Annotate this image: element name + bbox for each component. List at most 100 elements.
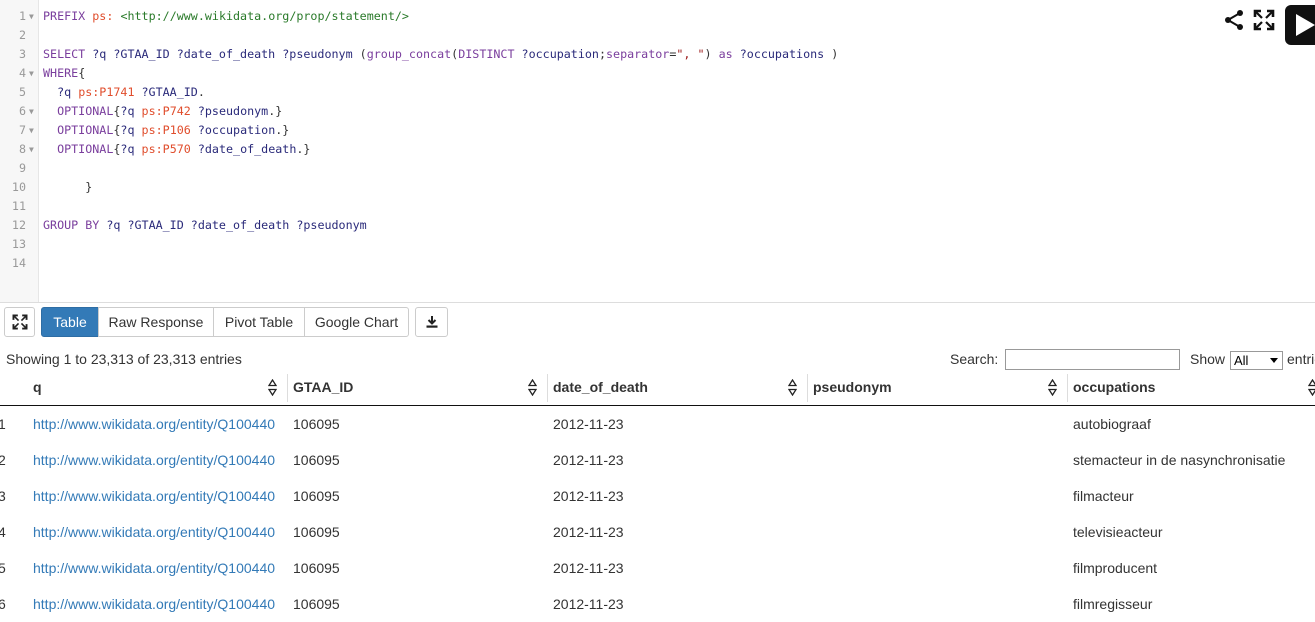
- fold-arrow-icon[interactable]: ▼: [29, 121, 34, 140]
- code-line[interactable]: 4 ▼ WHERE{: [0, 64, 1200, 83]
- column-header-pseudonym[interactable]: pseudonym: [813, 370, 892, 405]
- search-input[interactable]: [1005, 349, 1180, 370]
- line-number: 3: [18, 47, 26, 61]
- code-line[interactable]: 1 ▼ PREFIX ps: <http://www.wikidata.org/pr…: [0, 7, 1200, 26]
- page-length-select[interactable]: All: [1230, 351, 1283, 370]
- code-token: .}: [296, 142, 311, 156]
- code-line[interactable]: 14: [0, 254, 1200, 273]
- line-number: 6: [18, 104, 26, 118]
- table-row: 2 http://www.wikidata.org/entity/Q100440 1…: [0, 442, 1315, 478]
- code-token: .}: [268, 104, 283, 118]
- cell-q[interactable]: http://www.wikidata.org/entity/Q100440: [33, 586, 275, 622]
- sort-icon[interactable]: [1308, 379, 1315, 396]
- tab-table[interactable]: Table: [41, 307, 99, 337]
- cell-date-of-death: 2012-11-23: [553, 524, 624, 540]
- code-line[interactable]: 5 ?q ps:P1741 ?GTAA_ID.: [0, 83, 1200, 102]
- code-line[interactable]: 13: [0, 235, 1200, 254]
- code-line[interactable]: 9: [0, 159, 1200, 178]
- query-editor[interactable]: 1 ▼ PREFIX ps: <http://www.wikidata.org/pr…: [0, 0, 1315, 303]
- fullscreen-results-button[interactable]: [4, 307, 35, 337]
- code-line[interactable]: 12 GROUP BY ?q ?GTAA_ID ?date_of_death ?p…: [0, 216, 1200, 235]
- sort-icon[interactable]: [528, 379, 537, 396]
- code-token: DISTINCT: [458, 47, 522, 61]
- row-number: 4: [0, 524, 6, 540]
- code-line[interactable]: 10 }: [0, 178, 1200, 197]
- line-number: 13: [11, 237, 26, 251]
- row-number: 6: [0, 596, 6, 612]
- code-token: ps:P570: [141, 142, 191, 156]
- cell-occupations: televisieacteur: [1073, 524, 1163, 540]
- row-number: 5: [0, 560, 6, 576]
- result-toolbar: Table Raw Response Pivot Table Google Ch…: [0, 307, 1315, 339]
- table-row: 1 http://www.wikidata.org/entity/Q100440 1…: [0, 406, 1315, 442]
- cell-q[interactable]: http://www.wikidata.org/entity/Q100440: [33, 406, 275, 442]
- code-token: ?q: [120, 142, 142, 156]
- sort-icon[interactable]: [268, 379, 277, 396]
- expand-icon[interactable]: [1253, 9, 1275, 31]
- code-line[interactable]: 3 SELECT ?q ?GTAA_ID ?date_of_death ?pseu…: [0, 45, 1200, 64]
- code-token: OPTIONAL: [43, 123, 114, 137]
- line-number: 8: [18, 142, 26, 156]
- code-token: OPTIONAL: [43, 104, 114, 118]
- code-text: GROUP BY ?q ?GTAA_ID ?date_of_death ?pse…: [43, 216, 367, 235]
- code-token: ?q: [43, 85, 79, 99]
- fold-arrow-icon[interactable]: ▼: [29, 7, 34, 26]
- tab-raw-response[interactable]: Raw Response: [98, 307, 214, 337]
- entries-label: entries: [1287, 351, 1315, 367]
- fold-arrow-icon[interactable]: ▼: [29, 64, 34, 83]
- code-token: <http://www.wikidata.org/prop/statement/…: [120, 9, 409, 23]
- code-token: {: [78, 66, 86, 80]
- code-token: (: [359, 47, 367, 61]
- code-token: ps:P742: [141, 104, 191, 118]
- code-line[interactable]: 2: [0, 26, 1200, 45]
- fold-arrow-icon[interactable]: ▼: [29, 102, 34, 121]
- cell-q[interactable]: http://www.wikidata.org/entity/Q100440: [33, 514, 275, 550]
- cell-gtaa-id: 106095: [293, 560, 340, 576]
- chevron-down-icon: [1270, 358, 1278, 363]
- code-token: ?GTAA_ID: [134, 85, 198, 99]
- code-token: ?q: [120, 104, 142, 118]
- code-token: ?q: [120, 123, 142, 137]
- cell-gtaa-id: 106095: [293, 416, 340, 432]
- code-line[interactable]: 6 ▼ OPTIONAL{?q ps:P742 ?pseudonym.}: [0, 102, 1200, 121]
- cell-q[interactable]: http://www.wikidata.org/entity/Q100440: [33, 550, 275, 586]
- code-text: OPTIONAL{?q ps:P742 ?pseudonym.}: [43, 102, 282, 121]
- sort-icon[interactable]: [1048, 379, 1057, 396]
- column-header-date-of-death[interactable]: date_of_death: [553, 370, 648, 405]
- table-row: 5 http://www.wikidata.org/entity/Q100440 1…: [0, 550, 1315, 586]
- column-header-gtaa-id[interactable]: GTAA_ID: [293, 370, 353, 405]
- code-line[interactable]: 8 ▼ OPTIONAL{?q ps:P570 ?date_of_death.}: [0, 140, 1200, 159]
- sort-icon[interactable]: [788, 379, 797, 396]
- share-icon[interactable]: [1223, 9, 1245, 31]
- cell-date-of-death: 2012-11-23: [553, 416, 624, 432]
- code-token: OPTIONAL: [43, 142, 114, 156]
- code-token: ?q ?GTAA_ID ?date_of_death ?pseudonym: [92, 47, 360, 61]
- column-divider: [547, 374, 548, 402]
- cell-date-of-death: 2012-11-23: [553, 452, 624, 468]
- column-header-q[interactable]: q: [33, 370, 42, 405]
- tab-google-chart[interactable]: Google Chart: [304, 307, 409, 337]
- cell-date-of-death: 2012-11-23: [553, 596, 624, 612]
- code-text: OPTIONAL{?q ps:P106 ?occupation.}: [43, 121, 289, 140]
- cell-date-of-death: 2012-11-23: [553, 488, 624, 504]
- cell-q[interactable]: http://www.wikidata.org/entity/Q100440: [33, 478, 275, 514]
- cell-gtaa-id: 106095: [293, 524, 340, 540]
- column-header-occupations[interactable]: occupations: [1073, 370, 1155, 405]
- code-token: GROUP BY: [43, 218, 107, 232]
- code-token: ?q ?GTAA_ID ?date_of_death ?pseudonym: [106, 218, 367, 232]
- run-query-button[interactable]: [1285, 5, 1315, 45]
- code-token: ): [704, 47, 719, 61]
- cell-occupations: filmregisseur: [1073, 596, 1153, 612]
- cell-q[interactable]: http://www.wikidata.org/entity/Q100440: [33, 442, 275, 478]
- download-button[interactable]: [415, 307, 448, 337]
- cell-occupations: autobiograaf: [1073, 416, 1151, 432]
- line-number: 7: [18, 123, 26, 137]
- code-token: ps:: [92, 9, 114, 23]
- code-text: PREFIX ps: <http://www.wikidata.org/prop…: [43, 7, 409, 26]
- code-token: ?occupations: [739, 47, 832, 61]
- tab-pivot-table[interactable]: Pivot Table: [213, 307, 305, 337]
- fold-arrow-icon[interactable]: ▼: [29, 140, 34, 159]
- code-line[interactable]: 7 ▼ OPTIONAL{?q ps:P106 ?occupation.}: [0, 121, 1200, 140]
- code-line[interactable]: 11: [0, 197, 1200, 216]
- code-token: SELECT: [43, 47, 93, 61]
